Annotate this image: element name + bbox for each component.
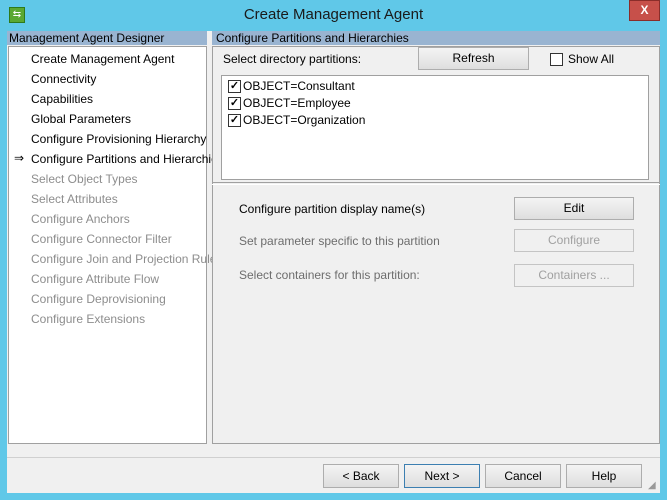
sidebar-item: Configure Extensions bbox=[31, 312, 146, 326]
sidebar: ⇒ Create Management Agent Connectivity Cap… bbox=[8, 46, 224, 444]
select-partitions-label: Select directory partitions: bbox=[223, 52, 362, 66]
sidebar-item[interactable]: Capabilities bbox=[31, 92, 93, 106]
sidebar-item[interactable]: Create Management Agent bbox=[31, 52, 174, 66]
partition-checkbox[interactable]: ✓ bbox=[228, 97, 241, 110]
partition-label[interactable]: OBJECT=Employee bbox=[243, 96, 351, 110]
sidebar-item[interactable]: Global Parameters bbox=[31, 112, 131, 126]
current-step-arrow-icon: ⇒ bbox=[14, 151, 25, 165]
window-title: Create Management Agent bbox=[243, 6, 424, 23]
sidebar-item: Select Attributes bbox=[31, 192, 118, 206]
divider bbox=[212, 182, 660, 185]
containers-label: Select containers for this partition: bbox=[239, 268, 420, 282]
partition-checkbox[interactable]: ✓ bbox=[228, 114, 241, 127]
partition-checkbox[interactable]: ✓ bbox=[228, 80, 241, 93]
sidebar-item[interactable]: Configure Partitions and Hierarchies bbox=[31, 152, 224, 166]
configure-button[interactable]: Configure bbox=[514, 229, 634, 252]
containers-button[interactable]: Containers ... bbox=[514, 264, 634, 287]
partition-label[interactable]: OBJECT=Consultant bbox=[243, 79, 355, 93]
sidebar-item[interactable]: Connectivity bbox=[31, 72, 96, 86]
partitions-list[interactable]: ✓ OBJECT=Consultant ✓ OBJECT=Employee ✓ OBJEC… bbox=[221, 75, 649, 180]
resize-grip-icon[interactable]: ◢ bbox=[648, 480, 656, 491]
refresh-button[interactable]: Refresh bbox=[418, 47, 529, 70]
sidebar-item: Select Object Types bbox=[31, 172, 138, 186]
close-button[interactable]: X bbox=[629, 0, 660, 21]
sidebar-header: Management Agent Designer bbox=[7, 31, 207, 45]
cancel-button[interactable]: Cancel bbox=[485, 464, 561, 488]
edit-button[interactable]: Edit bbox=[514, 197, 634, 220]
display-name-label: Configure partition display name(s) bbox=[239, 202, 426, 216]
footer-divider bbox=[7, 446, 660, 458]
sidebar-item: Configure Connector Filter bbox=[31, 232, 172, 246]
show-all-label: Show All bbox=[568, 52, 615, 66]
title-bar: ⇆ Create Management Agent X bbox=[0, 0, 667, 31]
show-all-checkbox[interactable] bbox=[550, 53, 563, 66]
sidebar-item: Configure Join and Projection Rules bbox=[31, 252, 223, 266]
sidebar-item: Configure Anchors bbox=[31, 212, 130, 226]
param-label: Set parameter specific to this partition bbox=[239, 234, 440, 248]
sidebar-item[interactable]: Configure Provisioning Hierarchy bbox=[31, 132, 206, 146]
help-button[interactable]: Help bbox=[566, 464, 642, 488]
sidebar-item: Configure Attribute Flow bbox=[31, 272, 160, 286]
next-button[interactable]: Next > bbox=[404, 464, 480, 488]
partition-label[interactable]: OBJECT=Organization bbox=[243, 113, 365, 127]
page-header: Configure Partitions and Hierarchies bbox=[212, 31, 660, 45]
sidebar-item: Configure Deprovisioning bbox=[31, 292, 166, 306]
back-button[interactable]: < Back bbox=[323, 464, 399, 488]
